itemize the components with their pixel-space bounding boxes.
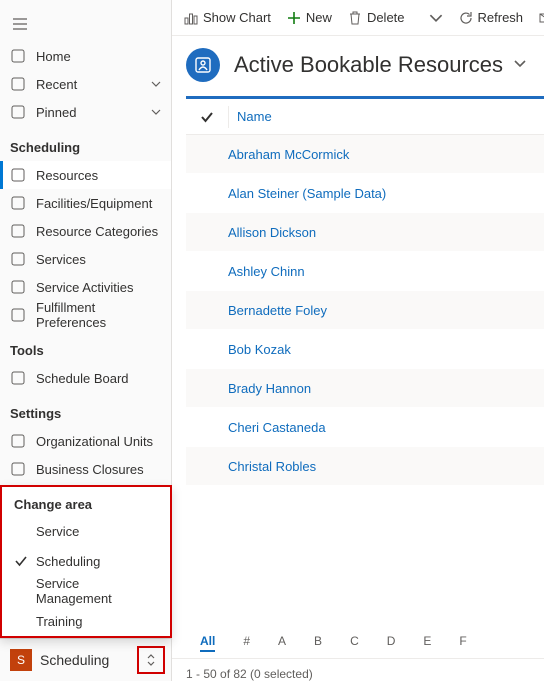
home-icon [10,49,26,63]
nav-pinned[interactable]: Pinned [0,98,171,126]
pref-icon [10,308,26,322]
wrench-icon [10,196,26,210]
board-icon [10,371,26,385]
nav-group-scheduling: Scheduling [0,126,171,161]
alpha-filter: All # A B C D E F [172,624,544,658]
nav-label: Recent [36,77,141,92]
grid-header: Name [186,99,544,135]
nav-service-activities[interactable]: Service Activities [0,273,171,301]
nav-label: Business Closures [36,462,161,477]
change-area-item-service-management[interactable]: Service Management [2,576,170,606]
change-area-menu: Change area Service Scheduling Service Man… [0,485,172,638]
resource-link[interactable]: Ashley Chinn [228,264,305,279]
alpha-filter-c[interactable]: C [350,634,359,652]
nav-label: Resource Categories [36,224,161,239]
email-link-button[interactable]: Email a Link [533,6,544,29]
column-header-name[interactable]: Name [228,106,272,128]
pin-icon [10,105,26,119]
table-row[interactable]: Cheri Castaneda [186,408,544,447]
nav-label: Service Activities [36,280,161,295]
nav-organizational-units[interactable]: Organizational Units [0,427,171,455]
nav-label: Pinned [36,105,141,120]
new-button[interactable]: New [281,6,338,29]
chevron-down-icon [151,77,161,92]
alpha-filter-all[interactable]: All [200,634,215,652]
nav-facilities-equipment[interactable]: Facilities/Equipment [0,189,171,217]
chevron-down-icon [151,105,161,120]
nav-resources[interactable]: Resources [0,161,171,189]
nav-group-tools: Tools [0,329,171,364]
people-icon [10,168,26,182]
nav-resource-categories[interactable]: Resource Categories [0,217,171,245]
nav-services[interactable]: Services [0,245,171,273]
resource-link[interactable]: Christal Robles [228,459,316,474]
delete-split-button[interactable] [423,7,449,29]
table-row[interactable]: Brady Hannon [186,369,544,408]
change-area-label: Service [36,524,79,539]
table-row[interactable]: Ashley Chinn [186,252,544,291]
nav-label: Resources [36,168,161,183]
area-label: Scheduling [40,652,137,668]
change-area-label: Service Management [36,576,158,606]
table-row[interactable]: Bernadette Foley [186,291,544,330]
change-area-item-scheduling[interactable]: Scheduling [2,546,170,576]
command-bar: Show Chart New Delete Refresh Email a Li… [172,0,544,36]
view-selector-chevron[interactable] [513,57,527,74]
area-switcher[interactable]: S Scheduling [0,638,171,681]
nav-fulfillment-preferences[interactable]: Fulfillment Preferences [0,301,171,329]
table-row[interactable]: Alan Steiner (Sample Data) [186,174,544,213]
area-expand-icon[interactable] [137,646,165,674]
alpha-filter-e[interactable]: E [423,634,431,652]
service-icon [10,252,26,266]
nav-label: Schedule Board [36,371,161,386]
area-badge: S [10,649,32,671]
check-icon [14,555,28,567]
table-row[interactable]: Bob Kozak [186,330,544,369]
alpha-filter-b[interactable]: B [314,634,322,652]
activity-icon [10,280,26,294]
nav-group-settings: Settings [0,392,171,427]
nav-label: Home [36,49,161,64]
view-title: Active Bookable Resources [234,52,503,78]
table-row[interactable]: Allison Dickson [186,213,544,252]
nav-label: Organizational Units [36,434,161,449]
refresh-button[interactable]: Refresh [453,6,530,29]
table-row[interactable]: Christal Robles [186,447,544,486]
change-area-label: Scheduling [36,554,100,569]
alpha-filter-d[interactable]: D [387,634,396,652]
closure-icon [10,462,26,476]
hamburger-menu[interactable] [0,6,171,42]
nav-recent[interactable]: Recent [0,70,171,98]
status-bar: 1 - 50 of 82 (0 selected) [172,658,544,681]
entity-icon [186,48,220,82]
delete-button[interactable]: Delete [342,6,411,29]
org-icon [10,434,26,448]
resource-link[interactable]: Bob Kozak [228,342,291,357]
select-all-checkbox[interactable] [186,110,228,124]
nav-label: Services [36,252,161,267]
resource-link[interactable]: Alan Steiner (Sample Data) [228,186,386,201]
change-area-item-service[interactable]: Service [2,516,170,546]
alpha-filter-a[interactable]: A [278,634,286,652]
resource-link[interactable]: Abraham McCormick [228,147,349,162]
nav-home[interactable]: Home [0,42,171,70]
category-icon [10,224,26,238]
resource-link[interactable]: Bernadette Foley [228,303,327,318]
change-area-label: Training [36,614,82,629]
change-area-item-training[interactable]: Training [2,606,170,636]
nav-label: Fulfillment Preferences [36,300,161,330]
resource-link[interactable]: Brady Hannon [228,381,311,396]
nav-schedule-board[interactable]: Schedule Board [0,364,171,392]
nav-label: Facilities/Equipment [36,196,161,211]
resource-link[interactable]: Cheri Castaneda [228,420,326,435]
resource-link[interactable]: Allison Dickson [228,225,316,240]
alpha-filter-f[interactable]: F [459,634,466,652]
nav-business-closures[interactable]: Business Closures [0,455,171,483]
table-row[interactable]: Abraham McCormick [186,135,544,174]
change-area-title: Change area [2,487,170,516]
show-chart-button[interactable]: Show Chart [178,6,277,29]
alpha-filter-#[interactable]: # [243,634,250,652]
clock-icon [10,77,26,91]
